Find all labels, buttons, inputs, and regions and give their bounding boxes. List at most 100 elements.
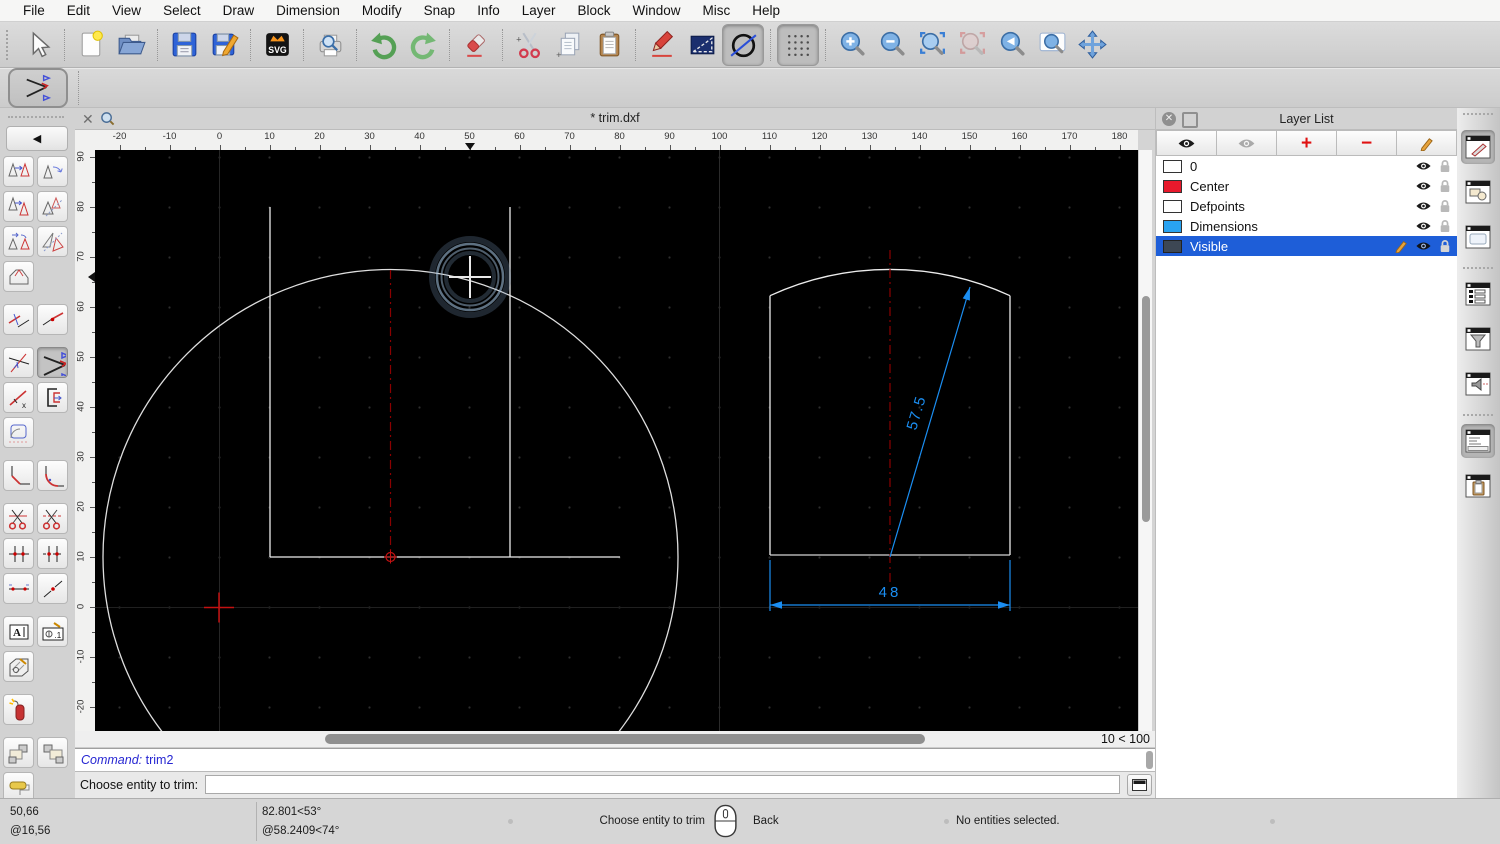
show-all-layers-button[interactable] [1156,130,1217,156]
command-options-button[interactable] [1127,774,1152,796]
menu-view[interactable]: View [101,0,152,22]
toolbar-button-redo[interactable] [403,25,443,65]
toolbar-button-paste[interactable] [589,25,629,65]
toolbar-button-save-file[interactable] [164,25,204,65]
layer-visibility-icon[interactable] [1415,200,1432,212]
menu-info[interactable]: Info [466,0,511,22]
toolbar-button-eraser[interactable] [456,25,496,65]
active-tool-button-trim-both[interactable] [8,68,68,108]
toolbar-button-cut[interactable]: + [509,25,549,65]
toolbar-button-zoom-previous[interactable] [992,25,1032,65]
command-history-scrollbar-thumb[interactable] [1146,751,1153,769]
tool-break-gap[interactable] [37,538,68,569]
add-layer-button[interactable]: + [1277,130,1337,156]
toolbar-button-zoom-auto[interactable] [912,25,952,65]
dock-panel-button-view-list[interactable] [1461,277,1495,311]
tool-fillet[interactable] [37,460,68,491]
tool-edit-text[interactable]: A [3,616,34,647]
tool-bevel[interactable] [3,460,34,491]
layer-row-visible[interactable]: Visible [1156,236,1457,256]
tool-edit-dimension[interactable]: .1 [37,616,68,647]
tool-trim-both[interactable] [37,347,68,378]
dock-panel-button-property-editor[interactable] [1461,130,1495,164]
layer-row-defpoints[interactable]: Defpoints [1156,196,1457,216]
layer-lock-icon[interactable] [1439,199,1451,213]
menu-select[interactable]: Select [152,0,212,22]
toolbar-button-selection-pointer[interactable] [18,25,58,65]
toolbar-button-copy[interactable]: + [549,25,589,65]
layer-lock-icon[interactable] [1439,219,1451,233]
remove-layer-button[interactable]: − [1337,130,1397,156]
tool-divide-dot[interactable] [37,573,68,604]
toolbar-button-zoom-window[interactable] [1032,25,1072,65]
toolbar-button-grid-toggle[interactable] [777,23,819,66]
drawing-canvas[interactable]: 57.5 48 [95,150,1138,844]
toolbar-button-print-preview[interactable] [310,25,350,65]
palette-back-button[interactable]: ◀ [6,126,68,151]
tool-modify-rotate-two[interactable] [3,226,34,257]
edit-layer-icon[interactable] [1394,239,1408,253]
toolbar-button-open-file[interactable] [111,25,151,65]
dock-drag-handle[interactable] [1463,113,1493,115]
edit-layer-button[interactable] [1397,130,1457,156]
toolbar-button-pan[interactable] [1072,25,1112,65]
tool-modify-flip[interactable] [3,261,34,292]
tool-modify-move-copy[interactable] [3,191,34,222]
toolbar-button-save-file-as[interactable] [204,25,244,65]
tool-lengthen[interactable] [3,304,34,335]
palette-drag-handle[interactable] [8,116,64,118]
dock-panel-button-block-list[interactable] [1461,220,1495,254]
toolbar-button-selection-rectangle[interactable] [682,25,722,65]
tool-modify-rotate[interactable] [37,156,68,187]
toolbar-button-circle-ellipse[interactable] [722,23,764,66]
toolbar-button-svg-export[interactable]: SVG [257,25,297,65]
tool-explode[interactable] [3,694,34,725]
toolbar-drag-handle[interactable] [6,29,12,60]
horizontal-scrollbar-thumb[interactable] [325,734,925,744]
layer-visibility-icon[interactable] [1415,180,1432,192]
layer-visibility-icon[interactable] [1415,240,1432,252]
tool-block-attributes[interactable] [37,737,68,768]
menu-snap[interactable]: Snap [413,0,467,22]
vertical-scrollbar-thumb[interactable] [1142,296,1150,522]
toolbar-button-undo[interactable] [363,25,403,65]
tool-divide[interactable] [3,503,34,534]
tool-modify-mirror[interactable] [37,226,68,257]
layer-row-dimensions[interactable]: Dimensions [1156,216,1457,236]
dock-panel-button-selection-filter[interactable] [1461,322,1495,356]
dock-panel-button-library-browser[interactable] [1461,367,1495,401]
vertical-scrollbar[interactable] [1138,150,1152,731]
dock-panel-button-command-line[interactable] [1461,424,1495,458]
layer-visibility-icon[interactable] [1415,160,1432,172]
hide-all-layers-button[interactable] [1217,130,1277,156]
menu-window[interactable]: Window [622,0,692,22]
dock-panel-button-clipboard-panel[interactable] [1461,469,1495,503]
command-input[interactable] [205,775,1120,794]
layer-lock-icon[interactable] [1439,159,1451,173]
tool-trim[interactable] [3,347,34,378]
layer-row-center[interactable]: Center [1156,176,1457,196]
tool-divide-two[interactable] [37,503,68,534]
tool-modify-move[interactable] [3,156,34,187]
menu-block[interactable]: Block [567,0,622,22]
toolbar-button-zoom-out[interactable] [872,25,912,65]
toolbar-button-zoom-selection[interactable] [952,25,992,65]
layer-row-0[interactable]: 0 [1156,156,1457,176]
toolbar-button-new-file[interactable] [71,25,111,65]
menu-edit[interactable]: Edit [56,0,101,22]
tool-paint[interactable] [3,772,34,798]
tool-modify-scale[interactable] [37,191,68,222]
tool-stretch[interactable] [3,417,34,448]
layer-lock-icon[interactable] [1439,179,1451,193]
tool-lengthen-dot[interactable] [37,304,68,335]
tool-break-out[interactable] [3,538,34,569]
menu-file[interactable]: File [12,0,56,22]
dock-panel-button-layer-list[interactable] [1461,175,1495,209]
layer-visibility-icon[interactable] [1415,220,1432,232]
menu-draw[interactable]: Draw [212,0,266,22]
menu-modify[interactable]: Modify [351,0,413,22]
tool-offset[interactable] [37,382,68,413]
tool-edit-hatch[interactable] [3,651,34,682]
tool-break-manual[interactable] [3,573,34,604]
tool-block-edit[interactable] [3,737,34,768]
